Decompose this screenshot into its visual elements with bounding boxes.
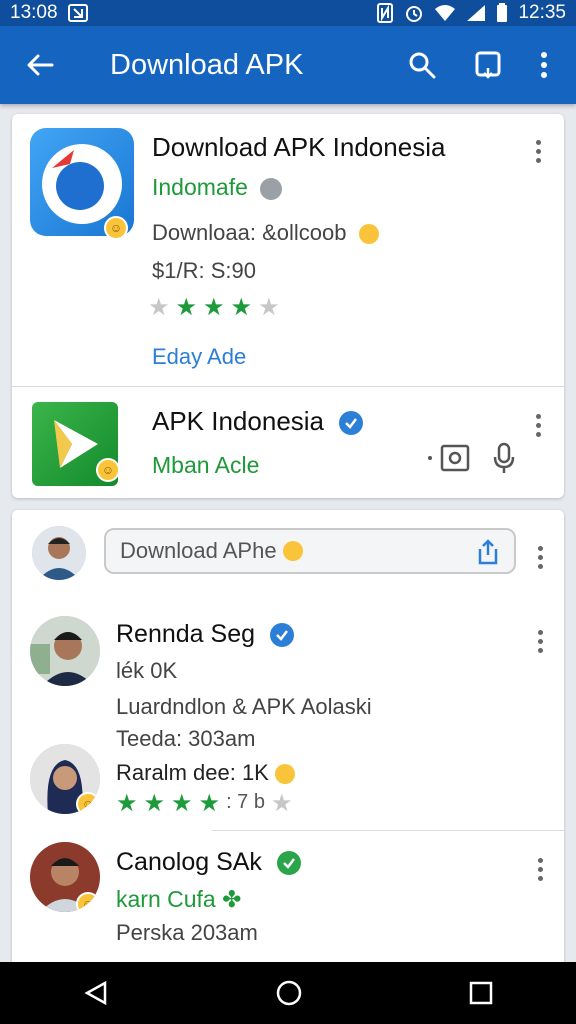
nav-home-icon[interactable]: [275, 979, 303, 1007]
app2-title[interactable]: APK Indonesia: [152, 406, 364, 437]
app-icon-download-apk[interactable]: ☺: [30, 128, 134, 240]
wifi-icon: [434, 4, 456, 22]
share-icon[interactable]: [476, 539, 500, 565]
review2-rating-label: Raralm dee: 1K: [116, 760, 269, 785]
overflow-menu-icon[interactable]: [540, 51, 548, 79]
reviewer-avatar[interactable]: [30, 616, 100, 686]
verified-badge-icon: [269, 623, 294, 648]
reviewer-avatar[interactable]: ☺: [30, 744, 100, 814]
status-time-left: 13:08: [10, 2, 58, 23]
app1-developer-label: Indomafe: [152, 174, 248, 200]
verified-badge-icon: [276, 851, 301, 876]
app2-title-label: APK Indonesia: [152, 406, 325, 436]
emoji-badge-icon: ☺: [76, 792, 100, 814]
app2-subtitle: Mban Acle: [152, 452, 260, 478]
review3-line1-label: karn Cufa: [116, 886, 216, 912]
card-divider: [212, 830, 564, 831]
review-search-input[interactable]: Download APhe: [104, 528, 516, 574]
review3-line1: karn Cufa ✤: [116, 886, 241, 913]
app1-downloads-label: Downloaa: &ollcoob: [152, 220, 347, 245]
review2-rating-text: Raralm dee: 1K: [116, 760, 295, 786]
star-filled-icon: ★: [175, 294, 198, 321]
star-filled-icon: ★: [203, 294, 225, 321]
nav-back-icon[interactable]: [83, 980, 109, 1006]
notification-icon: [67, 4, 88, 22]
app-results-card: ☺ Download APK Indonesia Indomafe Downlo…: [12, 114, 564, 498]
user-avatar[interactable]: [32, 526, 86, 580]
app2-overflow-menu[interactable]: [530, 410, 547, 441]
review1-line3: Teeda: 303am: [116, 726, 256, 751]
review2-rating-stars: ★ ★ ★ ★ : 7 b ★: [116, 792, 293, 816]
star-filled-icon: ★: [230, 294, 253, 321]
smile-emoji-icon: [282, 541, 303, 561]
review2-stars-text: : 7 b: [226, 791, 265, 813]
smile-emoji-icon: [358, 224, 379, 245]
review-search-placeholder: Download APhe: [120, 538, 277, 563]
emoji-badge-icon: ☺: [96, 458, 120, 482]
reviewer-name-label: Rennda Seg: [116, 620, 256, 648]
verified-badge-icon: [339, 411, 364, 436]
emoji-badge-icon: ☺: [76, 892, 100, 912]
reviewer-name[interactable]: Rennda Seg: [116, 620, 294, 649]
page-title: Download APK: [110, 48, 304, 81]
app1-rating-stars: ★ ★ ★ ★ ★: [148, 296, 280, 320]
reviewer-name[interactable]: Canolog SAk: [116, 848, 301, 877]
card-divider: [12, 386, 564, 387]
app-bar: Download APK: [0, 26, 576, 104]
app1-ads-link[interactable]: Eday Ade: [152, 344, 246, 370]
app1-downloads: Downloaa: &ollcoob: [152, 220, 379, 246]
star-empty-icon: ★: [148, 294, 170, 321]
star-filled-icon: ★: [171, 790, 193, 817]
review1-line1: lék 0K: [116, 658, 178, 683]
search-overflow-menu[interactable]: [532, 542, 549, 573]
reviewer-avatar[interactable]: ☺: [30, 842, 100, 912]
nfc-icon: [376, 3, 394, 23]
smile-emoji-icon: [274, 764, 295, 785]
app-icon-apk-indonesia[interactable]: ☺: [32, 402, 120, 486]
review1-overflow-menu[interactable]: [532, 626, 549, 657]
search-icon[interactable]: [408, 51, 436, 79]
battery-icon: [496, 3, 508, 23]
cast-screen-icon[interactable]: [474, 50, 502, 80]
star-filled-icon: ★: [116, 790, 138, 817]
signal-icon: [466, 4, 486, 22]
back-arrow-icon[interactable]: [26, 53, 54, 77]
app1-developer: Indomafe: [152, 174, 283, 201]
puzzle-icon: ✤: [222, 886, 242, 912]
app1-overflow-menu[interactable]: [530, 136, 547, 167]
review3-line2: Perska 203am: [116, 920, 258, 945]
star-filled-icon: ★: [143, 790, 166, 817]
review3-overflow-menu[interactable]: [532, 854, 549, 885]
developer-badge-icon: [260, 177, 283, 200]
status-bar: 13:08 12:35: [0, 0, 576, 26]
nav-recents-icon[interactable]: [469, 981, 493, 1005]
alarm-icon: [404, 3, 424, 23]
emoji-badge-icon: ☺: [104, 216, 128, 240]
reviewer-name-label: Canolog SAk: [116, 848, 262, 876]
app1-price: $1/R: S:90: [152, 258, 256, 283]
star-filled-icon: ★: [198, 790, 221, 817]
app1-title[interactable]: Download APK Indonesia: [152, 132, 445, 163]
microphone-icon[interactable]: [492, 442, 516, 474]
reviews-card: Download APhe Rennda Seg lék 0K Luardndl…: [12, 510, 564, 970]
system-nav-bar: [0, 962, 576, 1024]
star-empty-icon: ★: [258, 294, 280, 321]
review1-line2: Luardndlon & APK Aolaski: [116, 694, 372, 719]
camera-search-icon[interactable]: [426, 444, 472, 472]
status-time-right: 12:35: [518, 2, 566, 23]
star-empty-icon: ★: [270, 790, 293, 817]
